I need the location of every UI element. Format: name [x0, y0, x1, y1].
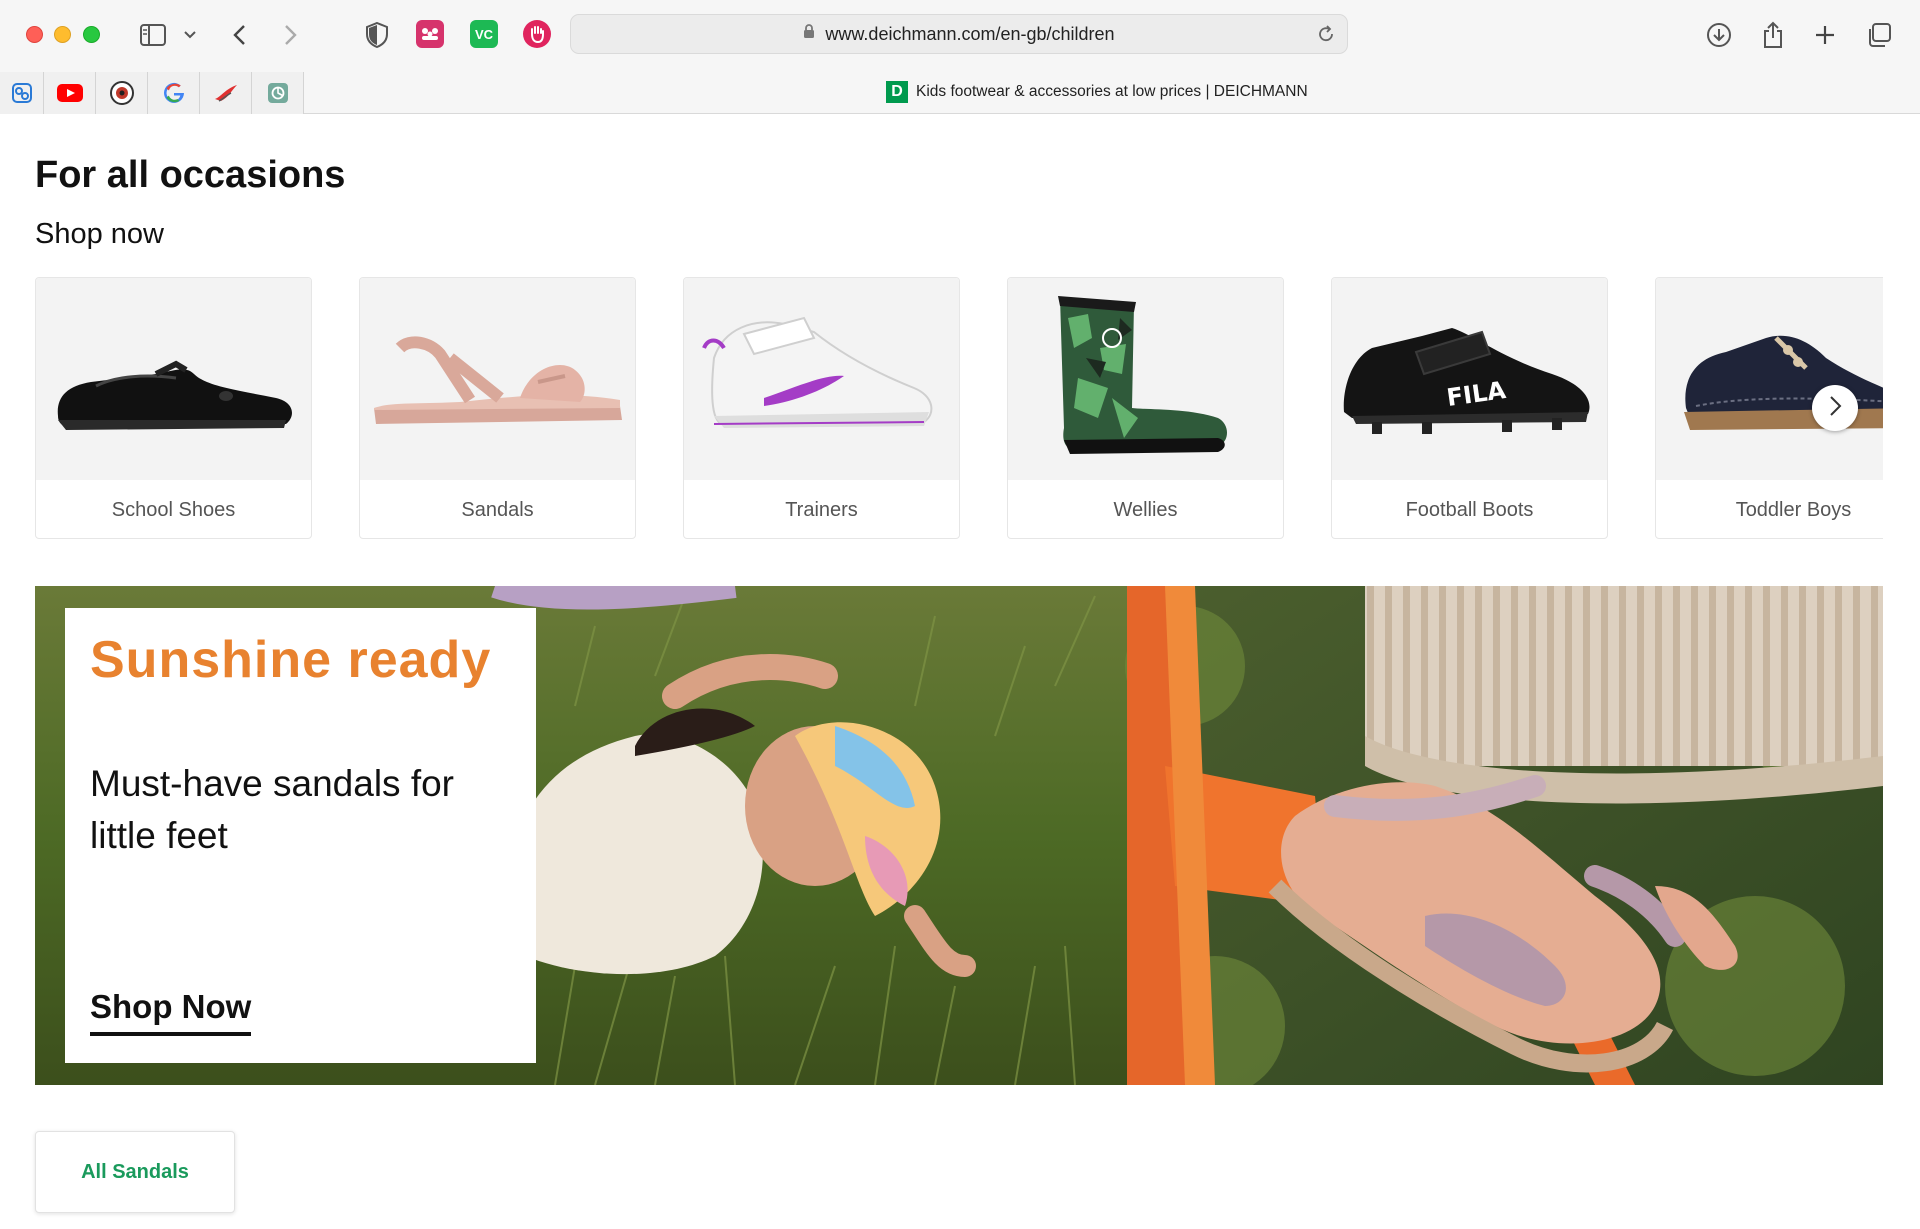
download-icon[interactable] — [1704, 18, 1734, 52]
forward-icon[interactable] — [278, 18, 304, 52]
trainer-image — [684, 278, 959, 480]
vc-extension-icon[interactable]: VC — [470, 20, 498, 48]
shield-icon[interactable] — [362, 18, 392, 52]
minimize-window-button[interactable] — [54, 26, 71, 43]
notion-like-icon[interactable] — [0, 72, 44, 114]
back-icon[interactable] — [226, 18, 252, 52]
category-label: Toddler Boys — [1735, 498, 1852, 521]
chevron-down-icon[interactable] — [180, 18, 200, 52]
wellie-image — [1008, 278, 1283, 480]
sandals-promo-banner[interactable]: Sunshine ready Must-have sandals for lit… — [35, 586, 1883, 1085]
browser-chrome: VC www.deichmann.com/en-gb/children D Ki… — [0, 0, 1920, 114]
promo-text-box: Sunshine ready Must-have sandals for lit… — [65, 608, 536, 1063]
chatgpt-icon[interactable] — [252, 72, 304, 114]
category-card-trainers[interactable]: Trainers — [683, 277, 960, 539]
category-card-wellies[interactable]: Wellies — [1007, 277, 1284, 539]
category-label: School Shoes — [111, 498, 236, 521]
new-tab-icon[interactable] — [1810, 18, 1840, 52]
bookmarks-bar — [0, 72, 308, 114]
deichmann-favicon-icon: D — [886, 81, 908, 103]
category-label: Sandals — [461, 498, 534, 521]
sandal-image — [360, 278, 635, 480]
avatar-icon[interactable] — [96, 72, 148, 114]
category-card-sandals[interactable]: Sandals — [359, 277, 636, 539]
tab-title-text: Kids footwear & accessories at low price… — [916, 83, 1308, 100]
category-carousel: School Shoes Sandals Trainers Wellies FI… — [35, 277, 1883, 539]
category-label: Trainers — [785, 498, 858, 521]
chevron-right-icon — [1828, 395, 1842, 422]
sidebar-toggle-icon[interactable] — [136, 18, 170, 52]
promo-headline: Sunshine ready — [90, 631, 492, 689]
section-subtitle: Shop now — [35, 218, 164, 250]
red-logo-icon[interactable] — [200, 72, 252, 114]
mendeley-icon[interactable] — [416, 20, 444, 48]
url-text: www.deichmann.com/en-gb/children — [825, 23, 1115, 44]
google-icon[interactable] — [148, 72, 200, 114]
share-icon[interactable] — [1758, 18, 1788, 52]
maximize-window-button[interactable] — [83, 26, 100, 43]
category-card-school-shoes[interactable]: School Shoes — [35, 277, 312, 539]
section-title: For all occasions — [35, 154, 346, 196]
category-label: Wellies — [1113, 498, 1178, 521]
browser-toolbar: VC www.deichmann.com/en-gb/children — [0, 0, 1920, 70]
school-shoe-image — [36, 278, 311, 480]
category-card-football-boots[interactable]: FILA Football Boots — [1331, 277, 1608, 539]
category-label: Football Boots — [1405, 498, 1534, 521]
address-bar[interactable]: www.deichmann.com/en-gb/children — [570, 14, 1348, 54]
adblock-hand-icon[interactable] — [523, 20, 551, 48]
football-boot-image: FILA — [1332, 278, 1607, 480]
toddler-shoe-image — [1656, 278, 1883, 480]
promo-text: Must-have sandals for little feet — [90, 763, 455, 856]
tab-overview-icon[interactable] — [1864, 18, 1894, 52]
lock-icon — [803, 24, 815, 44]
close-window-button[interactable] — [26, 26, 43, 43]
youtube-icon[interactable] — [44, 72, 96, 114]
all-sandals-button[interactable]: All Sandals — [35, 1131, 235, 1213]
reload-icon[interactable] — [1317, 25, 1335, 48]
carousel-next-button[interactable] — [1812, 385, 1858, 431]
active-tab[interactable]: D Kids footwear & accessories at low pri… — [886, 80, 1308, 104]
shop-now-link[interactable]: Shop Now — [90, 988, 252, 1036]
